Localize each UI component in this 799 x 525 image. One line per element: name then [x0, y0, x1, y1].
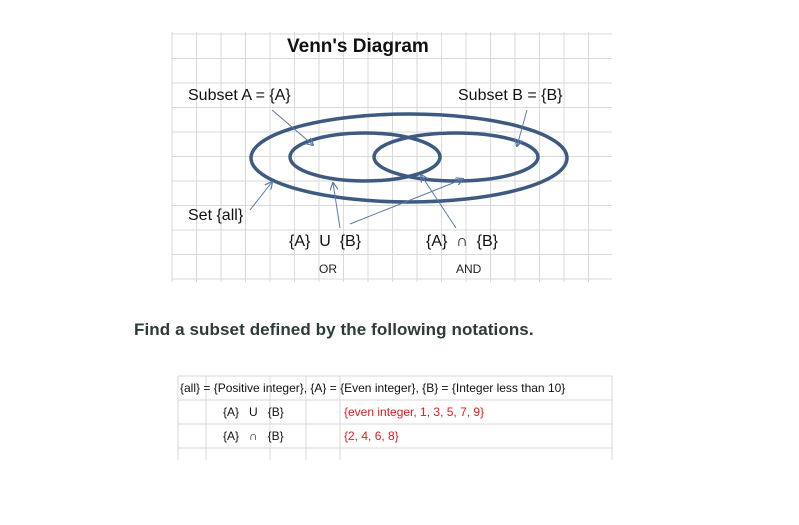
intersection-label: {A} ∩ {B}: [426, 233, 498, 250]
diagram-title: Venn's Diagram: [287, 36, 429, 57]
intersection-caption: AND: [456, 262, 482, 276]
venn-diagram: [171, 32, 613, 460]
set-all-label: Set {all}: [188, 207, 244, 224]
exercise-heading: Find a subset defined by the following n…: [134, 320, 534, 339]
union-caption: OR: [319, 262, 337, 276]
spreadsheet-grid-top: [171, 32, 612, 282]
row-intersection-notation: {A} ∩ {B}: [223, 429, 284, 443]
row-union-notation: {A} U {B}: [223, 405, 284, 419]
set-definition: {all} = {Positive integer}, {A} = {Even …: [180, 381, 566, 395]
row-intersection-answer: {2, 4, 6, 8}: [344, 429, 399, 443]
subset-a-label: Subset A = {A}: [188, 87, 291, 104]
row-union-answer: {even integer, 1, 3, 5, 7, 9}: [344, 405, 485, 419]
set-all-ellipse: [249, 112, 569, 204]
subset-b-label: Subset B = {B}: [458, 87, 563, 104]
union-label: {A} U {B}: [289, 233, 362, 250]
arrow-subset-a: [271, 109, 313, 145]
